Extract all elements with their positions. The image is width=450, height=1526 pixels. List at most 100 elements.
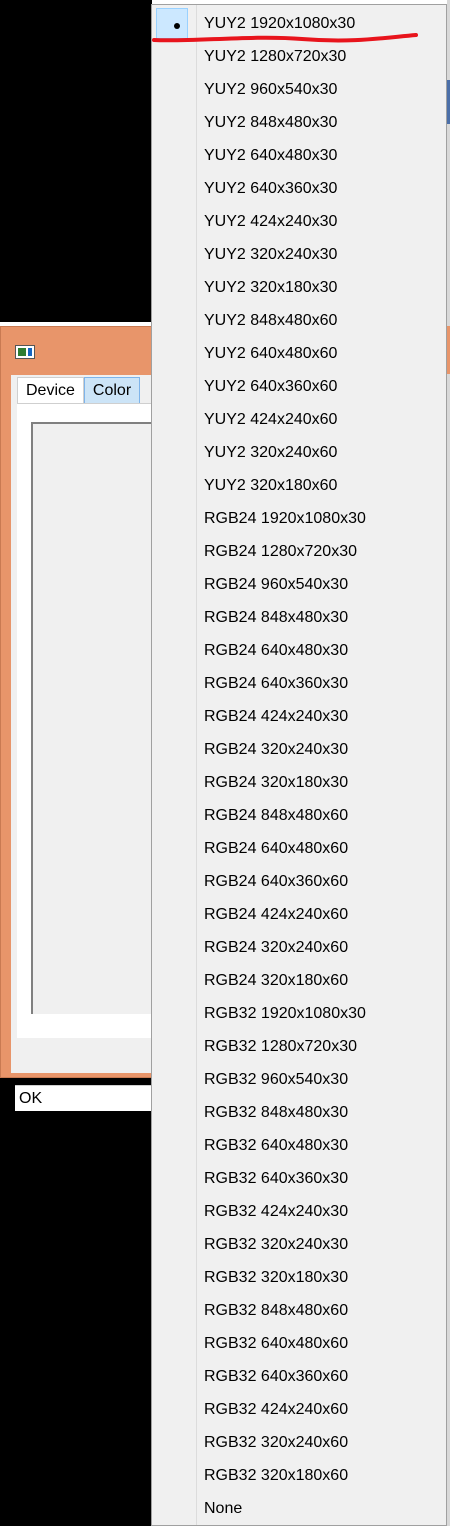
menu-item[interactable]: RGB32 424x240x60 [152,1393,446,1426]
tab-device[interactable]: Device [17,377,84,403]
menu-item-label: RGB24 640x360x30 [204,675,349,692]
menu-item-label: YUY2 960x540x30 [204,81,338,98]
menu-item[interactable]: RGB24 320x180x60 [152,964,446,997]
menu-item[interactable]: RGB24 1920x1080x30 [152,502,446,535]
menu-item[interactable]: YUY2 320x180x30 [152,271,446,304]
menu-item[interactable]: RGB24 848x480x60 [152,799,446,832]
menu-item[interactable]: YUY2 640x360x60 [152,370,446,403]
background-desktop-lower [0,1078,152,1526]
menu-item[interactable]: RGB24 320x240x60 [152,931,446,964]
menu-item-label: YUY2 320x180x60 [204,477,338,494]
format-dropdown-menu: YUY2 1920x1080x30 YUY2 1280x720x30 YUY2 96… [151,4,447,1526]
menu-item[interactable]: RGB32 848x480x60 [152,1294,446,1327]
menu-item-label: RGB32 848x480x30 [204,1104,349,1121]
menu-item-label: YUY2 848x480x60 [204,312,338,329]
menu-item-label: YUY2 640x480x60 [204,345,338,362]
menu-item[interactable]: RGB32 640x480x60 [152,1327,446,1360]
menu-item[interactable]: RGB32 640x480x30 [152,1129,446,1162]
menu-item[interactable]: RGB24 424x240x60 [152,898,446,931]
menu-item-label: RGB24 640x360x60 [204,873,349,890]
menu-item[interactable]: YUY2 320x180x60 [152,469,446,502]
menu-item[interactable]: RGB24 640x480x30 [152,634,446,667]
tab-strip: Device Color [17,377,141,403]
menu-item[interactable]: RGB24 640x360x60 [152,865,446,898]
menu-item[interactable]: RGB24 640x360x30 [152,667,446,700]
menu-item-label: YUY2 1280x720x30 [204,48,347,65]
menu-item[interactable]: YUY2 320x240x30 [152,238,446,271]
menu-item[interactable]: RGB32 320x240x30 [152,1228,446,1261]
menu-item[interactable]: YUY2 320x240x60 [152,436,446,469]
menu-item-label: RGB32 320x180x30 [204,1269,349,1286]
menu-item[interactable]: YUY2 640x360x30 [152,172,446,205]
menu-item-label: YUY2 424x240x30 [204,213,338,230]
menu-item-label: RGB32 1280x720x30 [204,1038,357,1055]
menu-item-label: RGB24 848x480x30 [204,609,349,626]
menu-item-label: RGB24 424x240x30 [204,708,349,725]
menu-item[interactable]: None [152,1492,446,1525]
menu-item-label: RGB32 640x480x30 [204,1137,349,1154]
menu-item-label: RGB24 320x240x60 [204,939,349,956]
menu-item-label: RGB32 640x480x60 [204,1335,349,1352]
preview-area [31,422,159,1014]
menu-item[interactable]: YUY2 1280x720x30 [152,40,446,73]
menu-item-label: RGB32 424x240x30 [204,1203,349,1220]
menu-item[interactable]: YUY2 424x240x60 [152,403,446,436]
menu-item[interactable]: RGB32 960x540x30 [152,1063,446,1096]
menu-item-label: RGB32 320x180x60 [204,1467,349,1484]
menu-list: YUY2 1920x1080x30 YUY2 1280x720x30 YUY2 96… [152,7,446,1525]
app-icon [15,345,35,359]
radio-bullet-icon [174,23,180,29]
menu-item[interactable]: RGB24 424x240x30 [152,700,446,733]
menu-item-label: RGB24 1920x1080x30 [204,510,366,527]
menu-item[interactable]: RGB24 960x540x30 [152,568,446,601]
menu-item-label: YUY2 320x240x30 [204,246,338,263]
menu-item-label: RGB32 320x240x30 [204,1236,349,1253]
menu-item-label: YUY2 424x240x60 [204,411,338,428]
menu-item-label: None [204,1500,243,1517]
background-desktop [0,0,152,322]
tab-panel [17,403,159,1038]
menu-item[interactable]: RGB32 320x180x60 [152,1459,446,1492]
menu-item[interactable]: RGB24 320x240x30 [152,733,446,766]
menu-item[interactable]: RGB32 848x480x30 [152,1096,446,1129]
menu-item-label: RGB24 320x240x30 [204,741,349,758]
menu-item[interactable]: RGB32 640x360x30 [152,1162,446,1195]
menu-item[interactable]: YUY2 424x240x30 [152,205,446,238]
menu-item[interactable]: RGB24 640x480x60 [152,832,446,865]
menu-item[interactable]: RGB24 1280x720x30 [152,535,446,568]
menu-item[interactable]: RGB32 320x240x60 [152,1426,446,1459]
menu-item-label: RGB24 640x480x60 [204,840,349,857]
menu-item-label: YUY2 1920x1080x30 [204,15,356,32]
menu-item[interactable]: YUY2 640x480x30 [152,139,446,172]
menu-item[interactable]: RGB32 320x180x30 [152,1261,446,1294]
menu-item-label: RGB32 320x240x60 [204,1434,349,1451]
menu-item-label: RGB24 320x180x30 [204,774,349,791]
menu-item[interactable]: YUY2 848x480x30 [152,106,446,139]
menu-item-label: RGB24 1280x720x30 [204,543,357,560]
menu-item[interactable]: RGB24 320x180x30 [152,766,446,799]
menu-item[interactable]: YUY2 848x480x60 [152,304,446,337]
menu-item[interactable]: RGB24 848x480x30 [152,601,446,634]
red-annotation-underline [152,33,418,43]
menu-item-label: RGB32 640x360x60 [204,1368,349,1385]
menu-item-label: RGB24 848x480x60 [204,807,349,824]
menu-item[interactable]: YUY2 960x540x30 [152,73,446,106]
menu-item-label: YUY2 848x480x30 [204,114,338,131]
menu-item-label: YUY2 640x360x60 [204,378,338,395]
menu-item-label: RGB24 960x540x30 [204,576,349,593]
menu-item[interactable]: RGB32 424x240x30 [152,1195,446,1228]
menu-item[interactable]: YUY2 640x480x60 [152,337,446,370]
menu-item-label: RGB32 424x240x60 [204,1401,349,1418]
menu-item-label: RGB24 424x240x60 [204,906,349,923]
menu-item[interactable]: RGB32 640x360x60 [152,1360,446,1393]
menu-item-label: YUY2 640x480x30 [204,147,338,164]
menu-item-label: YUY2 320x240x60 [204,444,338,461]
settings-dialog: Device Color OK [0,326,159,1111]
menu-item-label: YUY2 320x180x30 [204,279,338,296]
menu-item-label: YUY2 640x360x30 [204,180,338,197]
menu-item[interactable]: RGB32 1280x720x30 [152,1030,446,1063]
menu-item-label: RGB24 640x480x30 [204,642,349,659]
tab-color[interactable]: Color [83,377,141,403]
menu-item[interactable]: RGB32 1920x1080x30 [152,997,446,1030]
menu-item-label: RGB32 640x360x30 [204,1170,349,1187]
